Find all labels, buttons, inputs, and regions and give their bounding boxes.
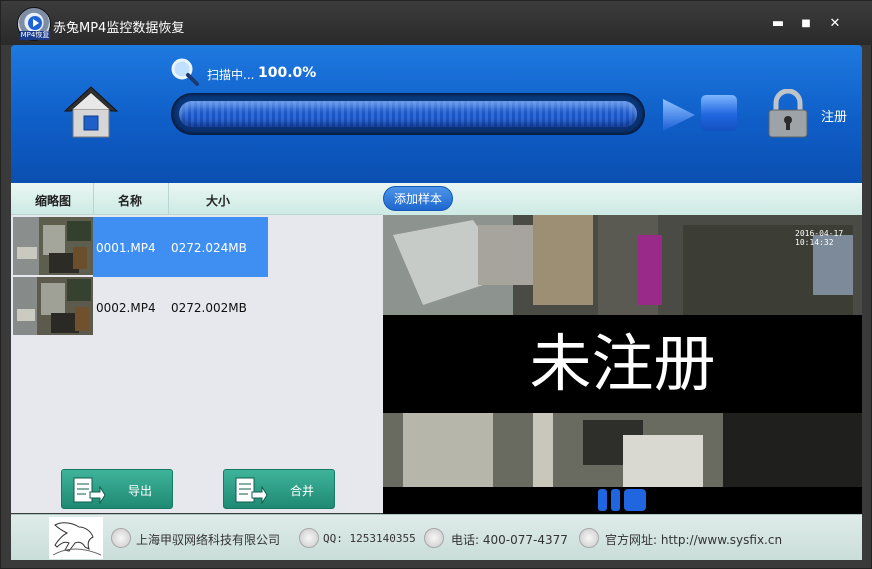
qq-icon [299, 528, 319, 548]
file-list-header: 缩略图 名称 大小 [11, 183, 383, 215]
phone-number: 电话: 400-077-4377 [451, 533, 568, 547]
play-badge-icon [28, 16, 42, 30]
start-scan-icon[interactable] [661, 97, 697, 133]
home-icon[interactable] [63, 85, 119, 141]
close-button[interactable]: ✕ [826, 15, 844, 33]
app-window: MP4恢复 赤兔MP4监控数据恢复 ▬ ■ ✕ 扫描中... 100.0% 注册… [0, 0, 872, 569]
add-sample-button[interactable]: 添加样本 [383, 186, 453, 211]
export-button[interactable]: 导出 [61, 469, 173, 509]
merge-icon [235, 477, 268, 504]
file-thumbnail [13, 217, 93, 275]
website-link[interactable]: 官方网址: http://www.sysfix.cn [605, 531, 782, 548]
file-size: 0272.024MB [171, 241, 247, 255]
app-logo-icon: MP4恢复 [17, 7, 51, 41]
scan-progress-bar [171, 93, 645, 135]
phone-icon [424, 528, 444, 548]
merge-button[interactable]: 合并 [223, 469, 335, 509]
status-bar: 上海甲驭网络科技有限公司 QQ: 1253140355 电话: 400-077-… [11, 514, 862, 560]
merge-label: 合并 [290, 484, 315, 498]
stop-scan-icon[interactable] [701, 95, 737, 131]
minimize-button[interactable]: ▬ [769, 15, 787, 33]
maximize-button[interactable]: ■ [797, 15, 815, 33]
search-icon [171, 58, 199, 86]
window-title: 赤兔MP4监控数据恢复 [53, 21, 185, 36]
globe-icon [579, 528, 599, 548]
file-name: 0001.MP4 [96, 241, 156, 255]
file-thumbnail [13, 277, 93, 335]
scan-status-label: 扫描中... [207, 68, 255, 82]
export-label: 导出 [128, 484, 153, 498]
file-row[interactable]: 0002.MP4 0272.002MB [11, 275, 383, 335]
register-button[interactable]: 注册 [821, 106, 847, 125]
preview-header: 添加样本 [383, 183, 862, 215]
company-icon [111, 528, 131, 548]
logo-tag: MP4恢复 [20, 31, 50, 40]
unregistered-watermark: 未注册 [383, 315, 862, 413]
scan-percent: 100.0% [258, 65, 317, 81]
pause-icon[interactable] [596, 487, 648, 513]
main-toolbar: 扫描中... 100.0% 注册 [11, 45, 862, 183]
file-size: 0272.002MB [171, 301, 247, 315]
file-name: 0002.MP4 [96, 301, 156, 315]
camera-timestamp: 2016-04-17 10:14:32 [795, 229, 844, 247]
column-thumbnail[interactable]: 缩略图 [35, 192, 71, 209]
lock-icon[interactable] [766, 89, 810, 139]
company-logo-icon [49, 517, 103, 559]
column-divider [93, 183, 94, 215]
title-bar[interactable]: MP4恢复 赤兔MP4监控数据恢复 ▬ ■ ✕ [1, 1, 872, 45]
scan-progress-fill [179, 101, 637, 127]
playback-controls [383, 487, 862, 514]
export-icon [73, 477, 106, 504]
file-row[interactable]: 0001.MP4 0272.024MB [11, 215, 383, 277]
column-name[interactable]: 名称 [118, 192, 142, 209]
video-preview[interactable]: 2016-04-17 10:14:32 未注册 [383, 215, 862, 487]
column-divider [168, 183, 169, 215]
column-size[interactable]: 大小 [206, 192, 230, 209]
qq-number[interactable]: QQ: 1253140355 [323, 532, 416, 545]
company-name: 上海甲驭网络科技有限公司 [136, 533, 281, 547]
